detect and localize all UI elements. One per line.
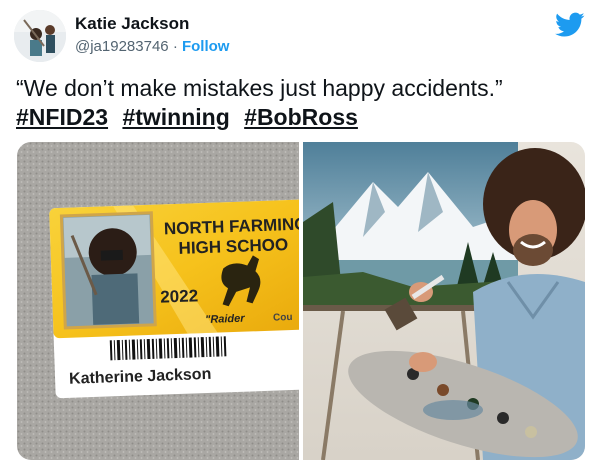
card-school-line2: HIGH SCHOO	[178, 235, 288, 258]
hashtag-nfid23[interactable]: #NFID23	[16, 104, 108, 130]
id-card-photo[interactable]: NORTH FARMING HIGH SCHOO 2022 "Raider Co…	[17, 142, 316, 460]
painter-photo[interactable]	[303, 142, 585, 460]
card-partial-word: Cou	[273, 312, 293, 324]
tweet-media[interactable]: NORTH FARMING HIGH SCHOO 2022 "Raider Co…	[17, 142, 585, 460]
card-year: 2022	[160, 286, 198, 306]
avatar[interactable]	[14, 10, 66, 62]
card-mascot: "Raider	[205, 313, 246, 326]
hashtag-bobross[interactable]: #BobRoss	[244, 104, 358, 130]
author-meta: @ja19283746 · Follow	[75, 38, 229, 55]
tweet-text: “We don’t make mistakes just happy accid…	[16, 75, 503, 101]
twitter-bird-icon[interactable]	[555, 12, 585, 38]
author-name[interactable]: Katie Jackson	[75, 14, 189, 34]
follow-button[interactable]: Follow	[182, 38, 230, 55]
meta-separator: ·	[172, 38, 178, 55]
author-handle[interactable]: @ja19283746	[75, 38, 169, 55]
hashtag-twinning[interactable]: #twinning	[122, 104, 229, 130]
hashtag-row: #NFID23 #twinning #BobRoss	[16, 102, 366, 132]
id-card: NORTH FARMING HIGH SCHOO 2022 "Raider Co…	[49, 199, 316, 399]
